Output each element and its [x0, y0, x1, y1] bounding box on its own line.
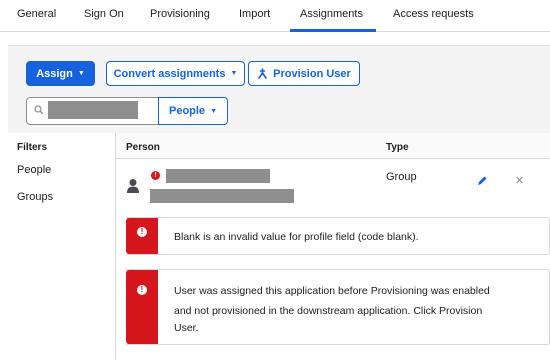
- active-tab-indicator: [290, 29, 376, 32]
- filters-title: Filters: [17, 142, 48, 153]
- provisioning-warning-box: ! User was assigned this application bef…: [126, 269, 550, 345]
- search-type-label: People: [168, 105, 206, 117]
- error-icon: !: [137, 227, 147, 237]
- provisioning-warning-line-2: and not provisioned in the downstream ap…: [174, 305, 483, 317]
- error-icon: !: [137, 285, 147, 295]
- error-strip: !: [126, 270, 158, 344]
- column-person: Person: [126, 142, 160, 153]
- tab-access-requests[interactable]: Access requests: [393, 8, 474, 20]
- error-strip: !: [126, 218, 158, 254]
- assign-button-label: Assign: [36, 67, 73, 80]
- error-message-text: Blank is an invalid value for profile fi…: [174, 231, 419, 243]
- filter-groups[interactable]: Groups: [17, 191, 53, 203]
- caret-down-icon: ▼: [77, 70, 85, 77]
- caret-down-icon: ▼: [230, 70, 238, 77]
- filter-people[interactable]: People: [17, 164, 51, 176]
- caret-down-icon: ▼: [210, 107, 217, 115]
- tab-bar: General Sign On Provisioning Import Assi…: [0, 0, 550, 32]
- redacted-person-name: [166, 169, 270, 183]
- tab-general[interactable]: General: [17, 8, 56, 20]
- search-icon: [34, 105, 44, 115]
- search-input[interactable]: [26, 97, 160, 125]
- redacted-search-value: [48, 101, 138, 119]
- error-indicator-icon: !: [151, 171, 160, 180]
- edit-icon[interactable]: [476, 175, 488, 187]
- error-message-box: ! Blank is an invalid value for profile …: [126, 217, 550, 255]
- provisioning-warning-line-1: User was assigned this application befor…: [174, 285, 490, 297]
- tab-provisioning[interactable]: Provisioning: [150, 8, 210, 20]
- table-header-row: [116, 133, 550, 159]
- convert-assignments-button[interactable]: Convert assignments ▼: [106, 61, 245, 86]
- tab-import[interactable]: Import: [239, 8, 270, 20]
- redacted-person-email: [150, 189, 294, 203]
- provision-user-label: Provision User: [273, 67, 351, 80]
- remove-icon[interactable]: ✕: [515, 175, 524, 187]
- tab-sign-on[interactable]: Sign On: [84, 8, 124, 20]
- convert-assignments-label: Convert assignments: [113, 67, 226, 80]
- column-type: Type: [386, 142, 409, 153]
- tab-assignments[interactable]: Assignments: [300, 8, 363, 20]
- row-type: Group: [386, 171, 417, 183]
- provisioning-warning-line-3: User.: [174, 322, 199, 334]
- person-icon: [127, 179, 139, 193]
- provision-user-icon: [258, 68, 267, 79]
- assign-button[interactable]: Assign ▼: [26, 61, 95, 86]
- provision-user-button[interactable]: Provision User: [248, 61, 360, 86]
- search-type-select[interactable]: People ▼: [158, 97, 228, 125]
